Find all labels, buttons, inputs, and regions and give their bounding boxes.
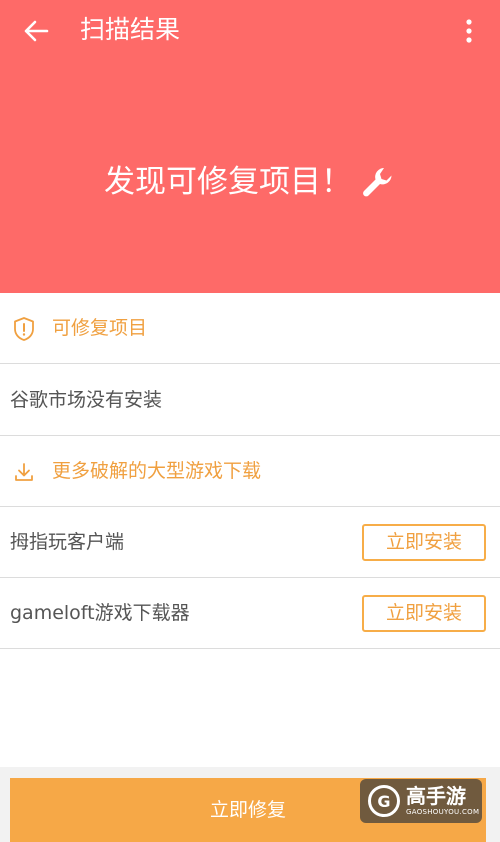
page-title: 扫描结果 bbox=[80, 15, 181, 44]
wrench-icon bbox=[363, 168, 392, 197]
app-name: 拇指玩客户端 bbox=[10, 531, 125, 553]
repairable-section-header: 可修复项目 bbox=[0, 293, 500, 364]
site-watermark: G 高手游 GAOSHOUYOU.COM bbox=[360, 779, 482, 823]
back-button[interactable] bbox=[16, 14, 56, 48]
list-item-missing-market: 谷歌市场没有安装 bbox=[0, 365, 500, 436]
app-name: gameloft游戏下载器 bbox=[10, 602, 190, 624]
scan-headline: 发现可修复项目！ bbox=[0, 160, 500, 204]
missing-market-label: 谷歌市场没有安装 bbox=[10, 389, 163, 411]
headline-text: 发现可修复项目！ bbox=[104, 164, 352, 200]
watermark-logo-icon: G bbox=[368, 785, 400, 817]
more-options-button[interactable] bbox=[456, 14, 482, 48]
toolbar: 扫描结果 bbox=[0, 0, 500, 62]
header-banner: 扫描结果 发现可修复项目！ bbox=[0, 0, 500, 293]
watermark-name: 高手游 bbox=[406, 784, 466, 808]
watermark-text: 高手游 GAOSHOUYOU.COM bbox=[406, 785, 479, 817]
install-button[interactable]: 立即安装 bbox=[362, 524, 486, 561]
install-button[interactable]: 立即安装 bbox=[362, 595, 486, 632]
shield-alert-icon bbox=[14, 317, 34, 341]
arrow-left-icon bbox=[24, 20, 49, 42]
list-item-app: 拇指玩客户端 立即安装 bbox=[0, 507, 500, 578]
repairable-label: 可修复项目 bbox=[52, 317, 148, 339]
downloads-label: 更多破解的大型游戏下载 bbox=[52, 460, 262, 482]
downloads-section-header: 更多破解的大型游戏下载 bbox=[0, 436, 500, 507]
download-icon bbox=[15, 463, 33, 481]
more-vertical-icon bbox=[466, 19, 472, 43]
list-item-app: gameloft游戏下载器 立即安装 bbox=[0, 578, 500, 649]
watermark-url: GAOSHOUYOU.COM bbox=[406, 808, 480, 816]
